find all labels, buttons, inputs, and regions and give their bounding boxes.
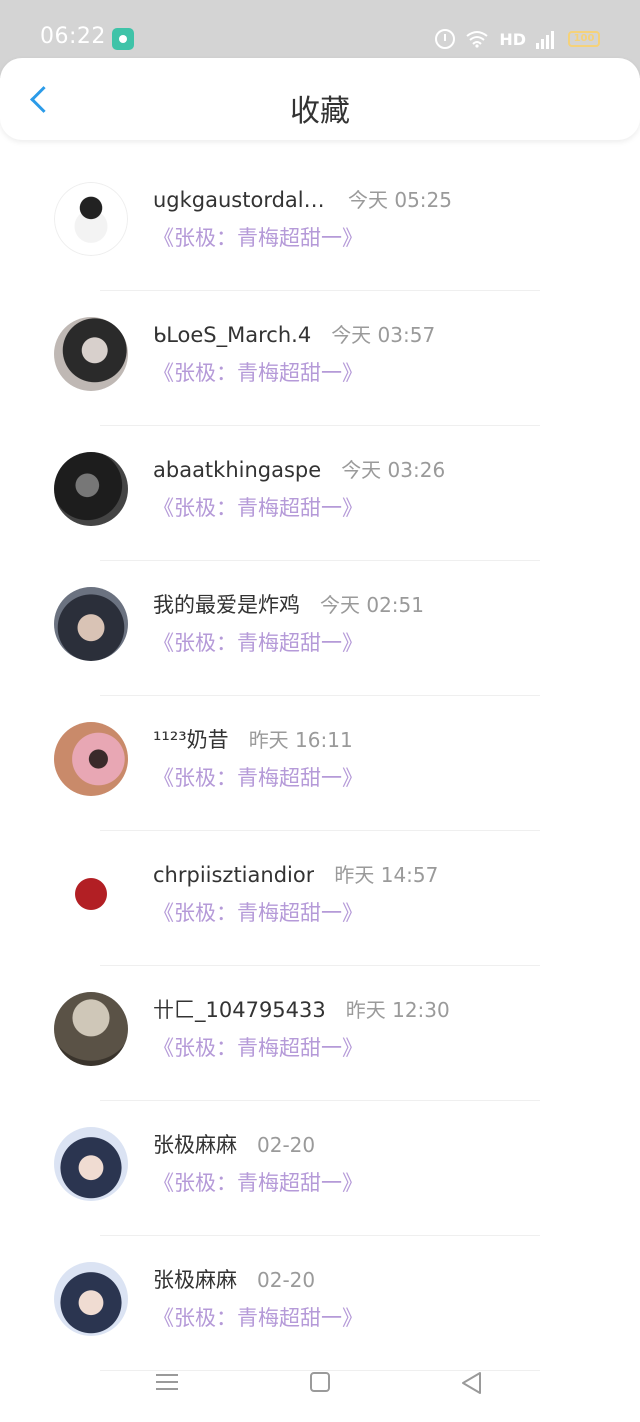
system-nav-bar [0, 1350, 640, 1422]
row-header: ᑲLoeS_March.4 今天 03:57 [153, 319, 435, 348]
row-header: chrpiisztiandior 昨天 14:57 [153, 859, 438, 888]
signal-icon [536, 29, 558, 49]
avatar[interactable] [54, 587, 128, 661]
avatar[interactable] [54, 452, 128, 526]
user-name[interactable]: 我的最爱是炸鸡 [153, 589, 300, 619]
user-name[interactable]: ᑲLoeS_March.4 [153, 323, 311, 347]
book-title-link[interactable]: 《张极：青梅超甜一》 [153, 357, 363, 387]
favorite-row[interactable]: ¹¹²³奶昔 昨天 16:11 《张极：青梅超甜一》 [0, 696, 640, 831]
alarm-icon [435, 29, 456, 49]
user-name[interactable]: ugkgaustordalr... [153, 188, 328, 212]
favorite-row[interactable]: ᑲLoeS_March.4 今天 03:57 《张极：青梅超甜一》 [0, 291, 640, 426]
user-name[interactable]: chrpiisztiandior [153, 863, 314, 887]
favorite-row[interactable]: 我的最爱是炸鸡 今天 02:51 《张极：青梅超甜一》 [0, 561, 640, 696]
favorite-row[interactable]: 卄匚_104795433 昨天 12:30 《张极：青梅超甜一》 [0, 966, 640, 1101]
user-name[interactable]: 卄匚_104795433 [153, 994, 326, 1024]
favorite-row[interactable]: chrpiisztiandior 昨天 14:57 《张极：青梅超甜一》 [0, 831, 640, 966]
timestamp: 昨天 12:30 [345, 998, 450, 1022]
row-header: ugkgaustordalr... 今天 05:25 [153, 184, 452, 213]
status-time: 06:22 [40, 24, 106, 49]
timestamp: 02-20 [257, 1133, 316, 1157]
timestamp: 02-20 [257, 1268, 316, 1292]
timestamp: 昨天 16:11 [248, 728, 353, 752]
app-notification-icon [112, 28, 134, 50]
battery-icon: 100 [568, 31, 600, 47]
avatar[interactable] [54, 1127, 128, 1201]
timestamp: 今天 03:26 [341, 458, 446, 482]
row-header: 卄匚_104795433 昨天 12:30 [153, 994, 450, 1024]
favorite-row[interactable]: ugkgaustordalr... 今天 05:25 《张极：青梅超甜一》 [0, 156, 640, 291]
favorites-list: ugkgaustordalr... 今天 05:25 《张极：青梅超甜一》 ᑲLoeS… [0, 156, 640, 1371]
user-name[interactable]: 张极麻麻 [153, 1264, 237, 1294]
network-type-label: HD [499, 29, 526, 49]
row-header: ¹¹²³奶昔 昨天 16:11 [153, 724, 353, 754]
avatar[interactable] [54, 182, 128, 256]
book-title-link[interactable]: 《张极：青梅超甜一》 [153, 492, 363, 522]
timestamp: 今天 03:57 [331, 323, 436, 347]
user-name[interactable]: 张极麻麻 [153, 1129, 237, 1159]
row-header: 我的最爱是炸鸡 今天 02:51 [153, 589, 424, 619]
book-title-link[interactable]: 《张极：青梅超甜一》 [153, 627, 363, 657]
page-title: 收藏 [290, 94, 350, 129]
timestamp: 今天 02:51 [320, 593, 424, 617]
favorite-row[interactable]: abaatkhingaspe 今天 03:26 《张极：青梅超甜一》 [0, 426, 640, 561]
book-title-link[interactable]: 《张极：青梅超甜一》 [153, 1032, 363, 1062]
row-header: abaatkhingaspe 今天 03:26 [153, 454, 445, 483]
timestamp: 今天 05:25 [348, 188, 452, 212]
avatar[interactable] [54, 992, 128, 1066]
book-title-link[interactable]: 《张极：青梅超甜一》 [153, 1167, 363, 1197]
book-title-link[interactable]: 《张极：青梅超甜一》 [153, 762, 363, 792]
row-header: 张极麻麻 02-20 [153, 1129, 315, 1159]
book-title-link[interactable]: 《张极：青梅超甜一》 [153, 1302, 363, 1332]
avatar[interactable] [54, 1262, 128, 1336]
status-icons: HD 100 [435, 26, 600, 52]
user-name[interactable]: ¹¹²³奶昔 [153, 724, 229, 754]
row-header: 张极麻麻 02-20 [153, 1264, 315, 1294]
avatar[interactable] [54, 317, 128, 391]
avatar[interactable] [54, 857, 128, 931]
navigation-bar: 收藏 [0, 58, 640, 140]
home-icon[interactable] [310, 1372, 330, 1392]
book-title-link[interactable]: 《张极：青梅超甜一》 [153, 222, 363, 252]
favorite-row[interactable]: 张极麻麻 02-20 《张极：青梅超甜一》 [0, 1101, 640, 1236]
back-nav-icon[interactable] [460, 1371, 484, 1395]
user-name[interactable]: abaatkhingaspe [153, 458, 321, 482]
wifi-icon [465, 30, 489, 48]
avatar[interactable] [54, 722, 128, 796]
book-title-link[interactable]: 《张极：青梅超甜一》 [153, 897, 363, 927]
menu-icon[interactable] [156, 1372, 178, 1392]
timestamp: 昨天 14:57 [334, 863, 439, 887]
